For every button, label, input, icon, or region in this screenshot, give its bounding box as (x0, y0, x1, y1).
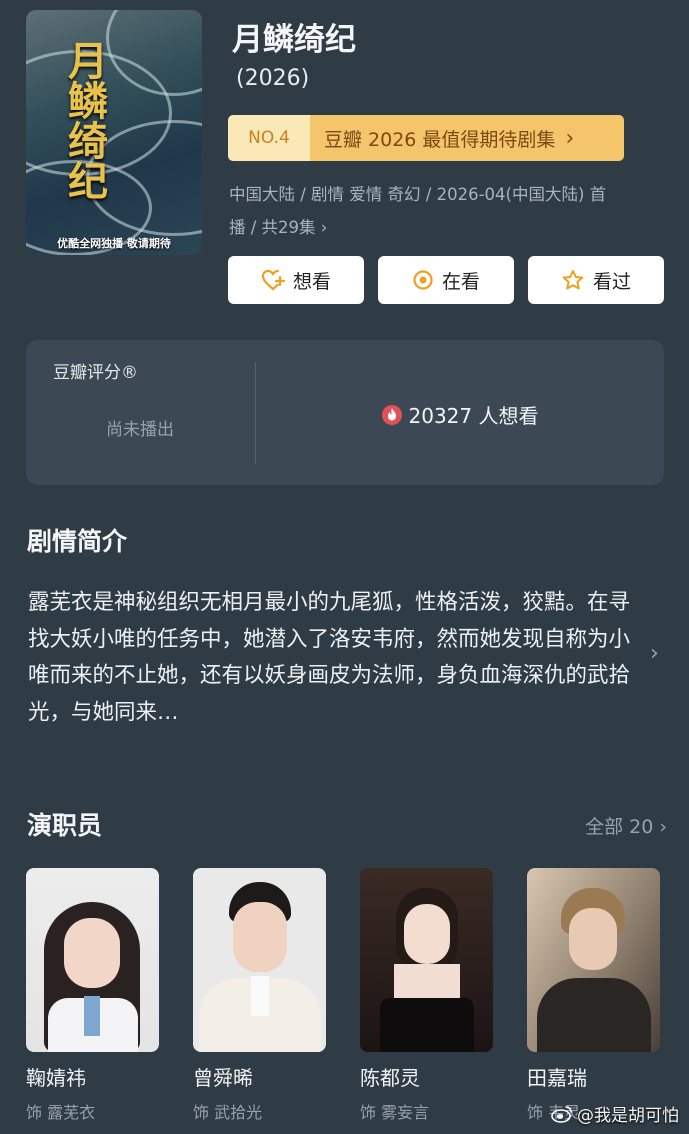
show-meta[interactable]: 中国大陆 / 剧情 爱情 奇幻 / 2026-04(中国大陆) 首 播 / 共2… (229, 178, 669, 244)
chevron-right-icon[interactable]: › (650, 641, 659, 666)
rating-status: 尚未播出 (106, 420, 174, 440)
watermark-text: @我是胡可怕 (577, 1106, 679, 1126)
douban-rating-label: 豆瓣评分® (53, 363, 138, 383)
synopsis-heading: 剧情简介 (27, 527, 128, 556)
chevron-right-icon: › (565, 125, 575, 151)
show-year: (2026) (236, 66, 310, 91)
rank-label-container: 豆瓣 2026 最值得期待剧集 › (310, 115, 624, 161)
rating-card[interactable]: 豆瓣评分® 尚未播出 20327 人想看 (26, 340, 664, 485)
want-to-watch-label: 想看 (292, 270, 331, 293)
cast-photo (527, 868, 660, 1052)
watching-label: 在看 (441, 270, 480, 293)
cast-name: 陈都灵 (360, 1066, 420, 1090)
view-all-cast-link[interactable]: 全部 20 › (585, 812, 667, 839)
show-title: 月鳞绮纪 (232, 22, 356, 58)
fire-icon (381, 404, 402, 425)
cast-role: 饰 雾妄言 (360, 1103, 430, 1122)
poster-image[interactable]: 月鳞绮纪 优酷全网独播 敬请期待 (26, 10, 202, 255)
rank-banner[interactable]: NO.4 豆瓣 2026 最值得期待剧集 › (228, 115, 624, 161)
record-icon (413, 270, 433, 290)
cast-photo (360, 868, 493, 1052)
watching-button[interactable]: 在看 (378, 256, 514, 304)
cast-photo (26, 868, 159, 1052)
watermark: @我是胡可怕 (551, 1101, 679, 1126)
poster-title-art: 月鳞绮纪 (61, 40, 108, 200)
want-count: 20327 人想看 (255, 400, 664, 429)
star-icon (562, 270, 584, 290)
synopsis-text[interactable]: 露芜衣是神秘组织无相月最小的九尾狐，性格活泼，狡黠。在寻找大妖小唯的任务中，她潜… (28, 585, 630, 731)
want-to-watch-button[interactable]: 想看 (228, 256, 364, 304)
rank-number: NO.4 (228, 115, 310, 161)
meta-line-1: 中国大陆 / 剧情 爱情 奇幻 / 2026-04(中国大陆) 首 (229, 185, 607, 204)
cast-member-card[interactable]: 田嘉瑞 饰 韦灵 (527, 868, 660, 1123)
cast-photo (193, 868, 326, 1052)
weibo-icon (551, 1105, 572, 1123)
watched-button[interactable]: 看过 (528, 256, 664, 304)
cast-member-card[interactable]: 曾舜晞 饰 武拾光 (193, 868, 326, 1123)
watched-label: 看过 (592, 270, 631, 293)
cast-name: 曾舜晞 (193, 1066, 253, 1090)
cast-role: 饰 武拾光 (193, 1103, 263, 1122)
cast-role: 饰 露芜衣 (26, 1103, 96, 1122)
poster-caption: 优酷全网独播 敬请期待 (57, 237, 171, 250)
cast-member-card[interactable]: 鞠婧祎 饰 露芜衣 (26, 868, 159, 1123)
want-count-text: 20327 人想看 (408, 404, 539, 428)
cast-heading: 演职员 (27, 811, 103, 840)
heart-plus-icon (261, 269, 285, 291)
cast-name: 田嘉瑞 (527, 1066, 587, 1090)
cast-member-card[interactable]: 陈都灵 饰 雾妄言 (360, 868, 493, 1123)
meta-line-2: 播 / 共29集 › (229, 218, 328, 237)
action-buttons: 想看 在看 看过 (228, 256, 664, 304)
cast-name: 鞠婧祎 (26, 1066, 86, 1090)
rank-label: 豆瓣 2026 最值得期待剧集 (324, 128, 556, 151)
